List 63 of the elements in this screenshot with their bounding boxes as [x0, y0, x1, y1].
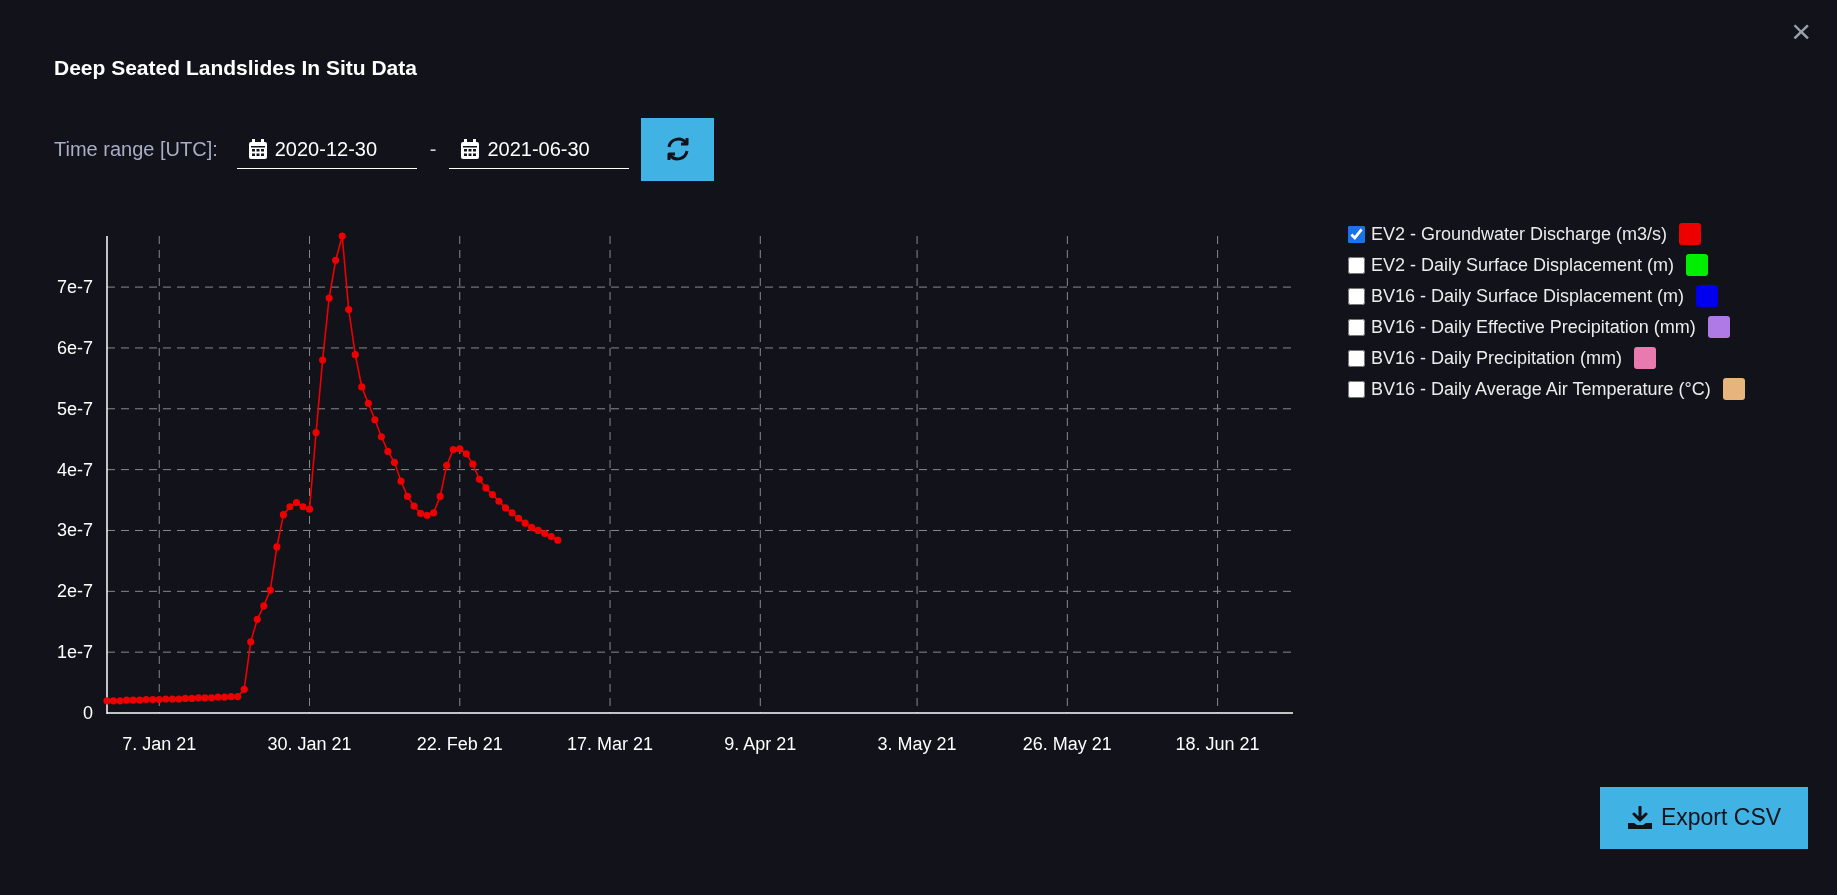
tick-label: 4e-7 — [56, 459, 93, 480]
data-point — [332, 256, 340, 264]
series-label: BV16 - Daily Surface Displacement (m) — [1371, 284, 1685, 308]
tick-label: 9. Apr 21 — [724, 733, 797, 754]
series-checkbox[interactable] — [1348, 256, 1365, 274]
tick-label: 6e-7 — [56, 337, 93, 358]
data-point — [403, 492, 412, 500]
tick-label: 0 — [83, 702, 93, 723]
refresh-button[interactable] — [641, 117, 715, 181]
series-checkbox[interactable] — [1348, 380, 1365, 398]
series-label: EV2 - Daily Surface Displacement (m) — [1371, 253, 1675, 277]
series-label: BV16 - Daily Precipitation (mm) — [1371, 346, 1623, 370]
data-point — [345, 305, 353, 313]
series-checkbox[interactable] — [1348, 349, 1365, 367]
tick-label: 5e-7 — [56, 398, 93, 419]
range-separator: - — [429, 137, 437, 162]
series-label: BV16 - Daily Effective Precipitation (mm) — [1371, 315, 1696, 339]
data-point — [325, 293, 333, 302]
dialog-title: Deep Seated Landslides In Situ Data — [54, 55, 418, 81]
tick-label: 26. May 21 — [1022, 733, 1112, 754]
series-checkbox[interactable] — [1348, 318, 1365, 336]
data-point — [364, 399, 372, 407]
data-point — [351, 350, 359, 358]
tick-label: 17. Mar 21 — [567, 733, 654, 754]
calendar-icon — [461, 138, 480, 159]
data-point — [397, 477, 405, 485]
series-checkbox[interactable] — [1348, 225, 1365, 243]
tick-label: 3. May 21 — [877, 733, 957, 754]
series-label: EV2 - Groundwater Discharge (m3/s) — [1371, 222, 1668, 246]
close-button[interactable]: × — [1787, 14, 1815, 48]
data-point — [377, 432, 385, 440]
end-date-field[interactable]: 2021-06-30 — [449, 129, 630, 169]
start-date-field[interactable]: 2020-12-30 — [236, 129, 417, 169]
tick-label: 18. Jun 21 — [1175, 733, 1260, 754]
tick-label: 3e-7 — [56, 519, 93, 540]
data-point — [319, 356, 327, 364]
data-point — [390, 458, 399, 466]
tick-label: 7e-7 — [56, 276, 93, 297]
tick-label: 7. Jan 21 — [122, 733, 197, 754]
data-point — [247, 637, 255, 645]
data-point — [469, 460, 477, 468]
data-point — [384, 447, 392, 455]
data-point — [443, 461, 451, 469]
data-point — [338, 231, 346, 240]
data-point — [436, 492, 444, 500]
data-point — [371, 415, 379, 423]
series-label: BV16 - Daily Average Air Temperature (°C) — [1371, 377, 1711, 401]
time-range-label: Time range [UTC]: — [54, 137, 218, 162]
data-point — [501, 503, 510, 512]
tick-label: 22. Feb 21 — [416, 733, 503, 754]
download-icon — [1626, 805, 1653, 830]
data-point — [266, 586, 274, 594]
data-point — [253, 615, 261, 623]
data-point — [273, 542, 281, 550]
calendar-icon — [248, 138, 267, 159]
series-checkbox[interactable] — [1348, 287, 1365, 305]
tick-label: 30. Jan 21 — [267, 733, 352, 754]
tick-label: 1e-7 — [56, 641, 93, 662]
data-point — [358, 382, 366, 390]
tick-label: 2e-7 — [56, 580, 93, 601]
data-point — [312, 428, 320, 436]
data-point — [260, 601, 268, 609]
export-csv-button[interactable]: Export CSV — [1600, 786, 1808, 849]
